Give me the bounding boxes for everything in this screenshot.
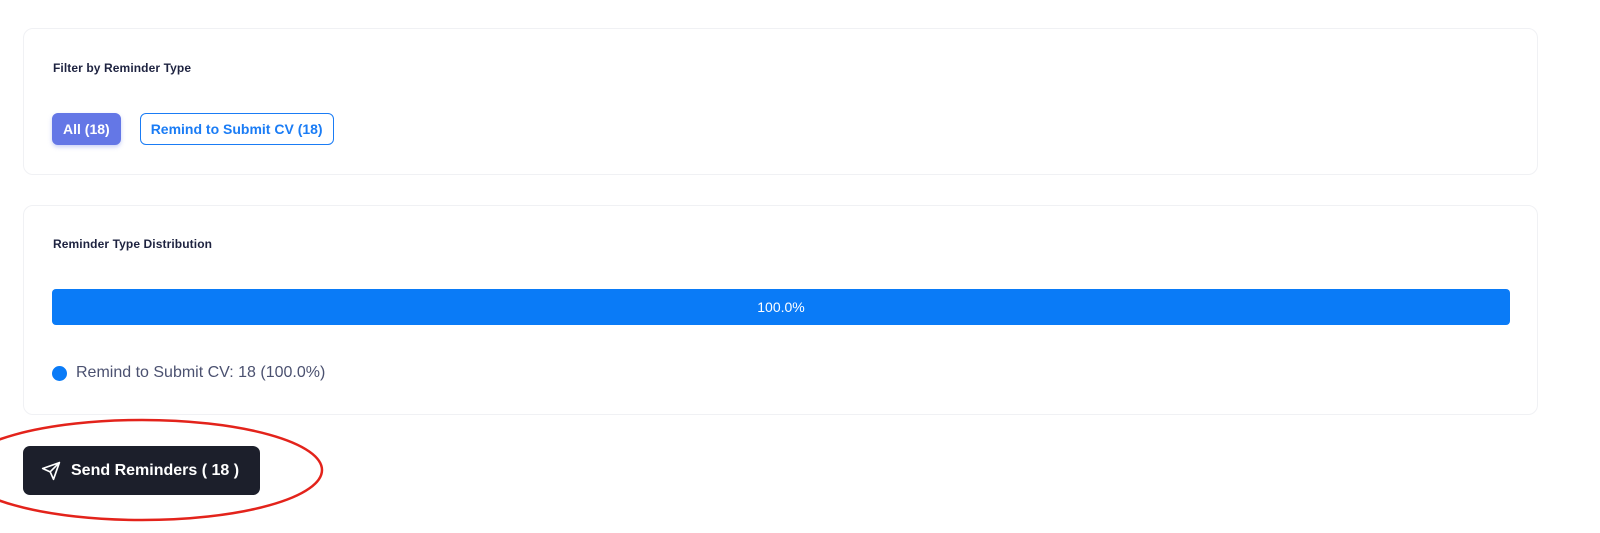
filter-chip-remind-submit-cv[interactable]: Remind to Submit CV (18) bbox=[139, 113, 334, 145]
filter-title: Filter by Reminder Type bbox=[53, 61, 192, 75]
page: Filter by Reminder Type All (18) Remind … bbox=[0, 0, 1600, 533]
distribution-bar-label: 100.0% bbox=[757, 299, 805, 315]
filter-chip-row: All (18) Remind to Submit CV (18) bbox=[52, 113, 334, 145]
distribution-bar-fill: 100.0% bbox=[52, 289, 1510, 325]
send-icon bbox=[41, 461, 61, 481]
filter-chip-all[interactable]: All (18) bbox=[52, 113, 121, 145]
legend-dot bbox=[52, 365, 67, 381]
filter-card: Filter by Reminder Type All (18) Remind … bbox=[23, 28, 1538, 175]
send-reminders-label: Send Reminders ( 18 ) bbox=[71, 461, 240, 479]
distribution-bar: 100.0% bbox=[52, 289, 1510, 325]
legend-item: Remind to Submit CV: 18 (100.0%) bbox=[52, 364, 325, 382]
distribution-title: Reminder Type Distribution bbox=[53, 237, 213, 251]
send-reminders-button[interactable]: Send Reminders ( 18 ) bbox=[23, 446, 260, 495]
legend-label: Remind to Submit CV: 18 (100.0%) bbox=[76, 364, 326, 381]
distribution-card: Reminder Type Distribution 100.0% Remind… bbox=[23, 205, 1538, 415]
